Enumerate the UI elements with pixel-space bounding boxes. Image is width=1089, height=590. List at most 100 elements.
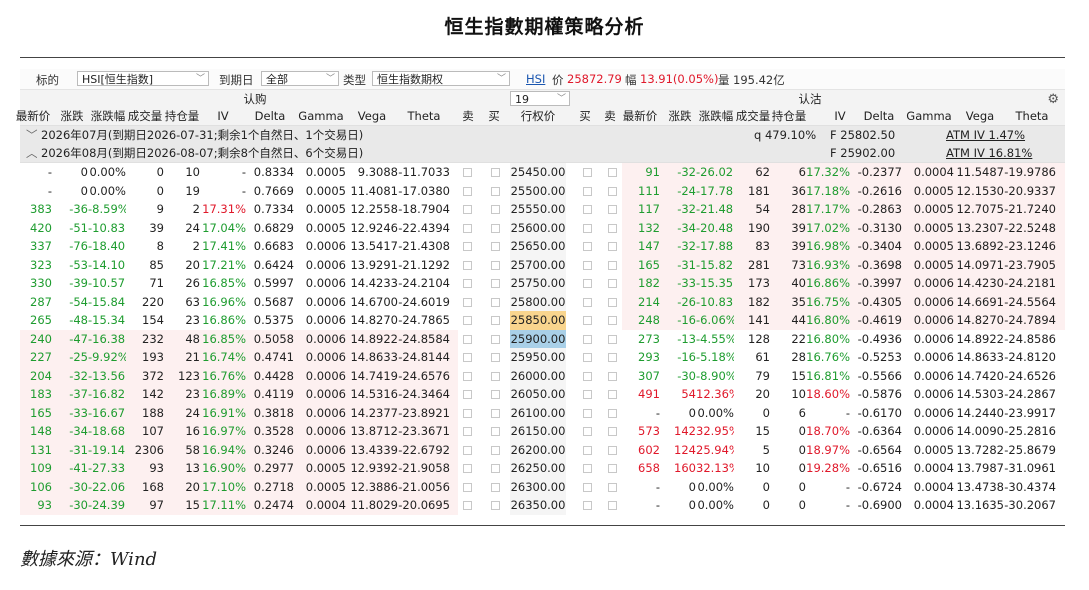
table-row[interactable]: 383 -36 -8.59% 9 2 17.31% 0.7334 0.0005 12.2558-… [20, 200, 1065, 219]
call-buy-checkbox[interactable] [491, 297, 500, 307]
call-col-header[interactable]: 成交量 [126, 107, 164, 125]
call-buy-checkbox[interactable] [491, 223, 500, 233]
put-sell-checkbox[interactable] [608, 186, 617, 196]
put-buy-checkbox[interactable] [583, 242, 592, 251]
call-sell-checkbox[interactable] [463, 390, 472, 399]
call-buy-checkbox[interactable] [491, 464, 500, 473]
call-col-header[interactable]: 持仓量 [164, 107, 200, 125]
put-col-header[interactable]: 买 [574, 107, 596, 125]
call-buy-checkbox[interactable] [491, 445, 500, 455]
call-buy-checkbox[interactable] [491, 168, 500, 177]
put-buy-checkbox[interactable] [583, 464, 592, 473]
table-row[interactable]: -0 0.00% 0 10-0.8334 0.0005 9.3088 -11.7033 254… [20, 163, 1065, 182]
put-buy-checkbox[interactable] [583, 168, 592, 177]
call-buy-checkbox[interactable] [491, 408, 500, 418]
put-buy-checkbox[interactable] [583, 279, 592, 288]
put-sell-checkbox[interactable] [608, 334, 617, 344]
table-row[interactable]: 183 -37 -16.82' 142 23 16.89% 0.4119 0.0006 14.5… [20, 385, 1065, 404]
call-sell-checkbox[interactable] [463, 205, 472, 214]
call-col-header[interactable]: Gamma [296, 107, 346, 125]
put-sell-checkbox[interactable] [608, 279, 617, 288]
atm-iv-link[interactable]: ATM IV 1.47% [946, 126, 1056, 144]
put-sell-checkbox[interactable] [608, 427, 617, 436]
table-row[interactable]: 337 -76 -18.40' 8 2 17.41% 0.6683 0.0006 13.5417… [20, 237, 1065, 256]
table-row[interactable]: -0 0.00% 0 19-0.7669 0.0005 11.4081 -17.0380 25… [20, 181, 1065, 200]
put-buy-checkbox[interactable] [583, 482, 592, 492]
call-buy-checkbox[interactable] [491, 371, 500, 381]
call-sell-checkbox[interactable] [463, 408, 472, 418]
put-buy-checkbox[interactable] [583, 371, 592, 381]
call-buy-checkbox[interactable] [491, 427, 500, 436]
call-buy-checkbox[interactable] [491, 353, 500, 362]
put-sell-checkbox[interactable] [608, 168, 617, 177]
put-col-header[interactable]: 成交量 [734, 107, 772, 125]
put-sell-checkbox[interactable] [608, 390, 617, 399]
put-buy-checkbox[interactable] [583, 316, 592, 325]
put-sell-checkbox[interactable] [608, 464, 617, 473]
put-col-header[interactable]: Vega [956, 107, 1004, 125]
call-col-header[interactable]: 最新价 [14, 107, 52, 125]
table-row[interactable]: 420 -51 -10.83' 39 24 17.04% 0.6829 0.0005 12.92… [20, 218, 1065, 237]
call-buy-checkbox[interactable] [491, 205, 500, 214]
target-select[interactable]: HSI[恒生指数] ﹀ [77, 71, 209, 86]
call-sell-checkbox[interactable] [463, 297, 472, 307]
call-col-header[interactable]: Delta [246, 107, 294, 125]
put-sell-checkbox[interactable] [608, 371, 617, 381]
put-col-header[interactable]: Delta [854, 107, 904, 125]
put-sell-checkbox[interactable] [608, 482, 617, 492]
put-sell-checkbox[interactable] [608, 242, 617, 251]
put-buy-checkbox[interactable] [583, 223, 592, 233]
put-buy-checkbox[interactable] [583, 427, 592, 436]
call-sell-checkbox[interactable] [463, 334, 472, 344]
gear-icon[interactable]: ⚙ [1047, 92, 1059, 107]
put-sell-checkbox[interactable] [608, 223, 617, 233]
table-row[interactable]: 240 -47 -16.38' 232 48 16.85% 0.5058 0.0006 14.8… [20, 329, 1065, 348]
table-row[interactable]: 323 -53 -14.10' 85 20 17.21% 0.6424 0.0006 13.92… [20, 255, 1065, 274]
call-col-header[interactable]: IV [204, 107, 242, 125]
put-sell-checkbox[interactable] [608, 408, 617, 418]
call-buy-checkbox[interactable] [491, 334, 500, 344]
call-buy-checkbox[interactable] [491, 279, 500, 288]
call-sell-checkbox[interactable] [463, 168, 472, 177]
table-row[interactable]: 330 -39 -10.57' 71 26 16.85% 0.5997 0.0006 14.42… [20, 274, 1065, 293]
table-row[interactable]: 109 -41 -27.33' 93 13 16.90% 0.2977 0.0005 12.93… [20, 459, 1065, 478]
call-sell-checkbox[interactable] [463, 260, 472, 270]
put-sell-checkbox[interactable] [608, 445, 617, 455]
put-sell-checkbox[interactable] [608, 297, 617, 307]
call-buy-checkbox[interactable] [491, 316, 500, 325]
call-buy-checkbox[interactable] [491, 390, 500, 399]
hsi-link[interactable]: HSI [526, 72, 545, 86]
put-buy-checkbox[interactable] [583, 408, 592, 418]
call-sell-checkbox[interactable] [463, 316, 472, 325]
atm-iv-link[interactable]: ATM IV 16.81% [946, 144, 1056, 162]
chevron-down-icon[interactable]: ﹀ [26, 126, 40, 144]
put-buy-checkbox[interactable] [583, 501, 592, 510]
put-buy-checkbox[interactable] [583, 186, 592, 196]
call-sell-checkbox[interactable] [463, 445, 472, 455]
chevron-up-icon[interactable]: ︿ [26, 144, 40, 162]
put-buy-checkbox[interactable] [583, 390, 592, 399]
table-row[interactable]: 227 -25 -9.92% 193 21 16.74% 0.4741 0.0006 14.86… [20, 348, 1065, 367]
expiry-group-row[interactable]: ﹀ 2026年07月(到期日2026-07-31;剩余1个自然日、1个交易日) q … [20, 126, 1065, 145]
put-col-header[interactable]: 卖 [599, 107, 621, 125]
call-sell-checkbox[interactable] [463, 464, 472, 473]
call-col-header[interactable]: Theta [398, 107, 450, 125]
expiry-select[interactable]: 全部 ﹀ [261, 71, 339, 86]
call-sell-checkbox[interactable] [463, 279, 472, 288]
expiry-group-row[interactable]: ︿ 2026年08月(到期日2026-08-07;剩余8个自然日、6个交易日) F … [20, 144, 1065, 163]
table-row[interactable]: 165 -33 -16.67' 188 24 16.91% 0.3818 0.0006 14.2… [20, 403, 1065, 422]
call-buy-checkbox[interactable] [491, 482, 500, 492]
call-col-header[interactable]: Vega [346, 107, 398, 125]
put-sell-checkbox[interactable] [608, 205, 617, 214]
strike-count-select[interactable]: 19 ﹀ [510, 91, 570, 106]
table-row[interactable]: 204 -32 -13.56' 372 123 16.76% 0.4428 0.0006 14.… [20, 366, 1065, 385]
put-sell-checkbox[interactable] [608, 260, 617, 270]
put-col-header[interactable]: 涨跌幅 [696, 107, 736, 125]
put-buy-checkbox[interactable] [583, 353, 592, 362]
call-sell-checkbox[interactable] [463, 223, 472, 233]
put-col-header[interactable]: Gamma [904, 107, 954, 125]
call-col-header[interactable]: 买 [483, 107, 505, 125]
call-sell-checkbox[interactable] [463, 242, 472, 251]
call-sell-checkbox[interactable] [463, 353, 472, 362]
put-buy-checkbox[interactable] [583, 445, 592, 455]
